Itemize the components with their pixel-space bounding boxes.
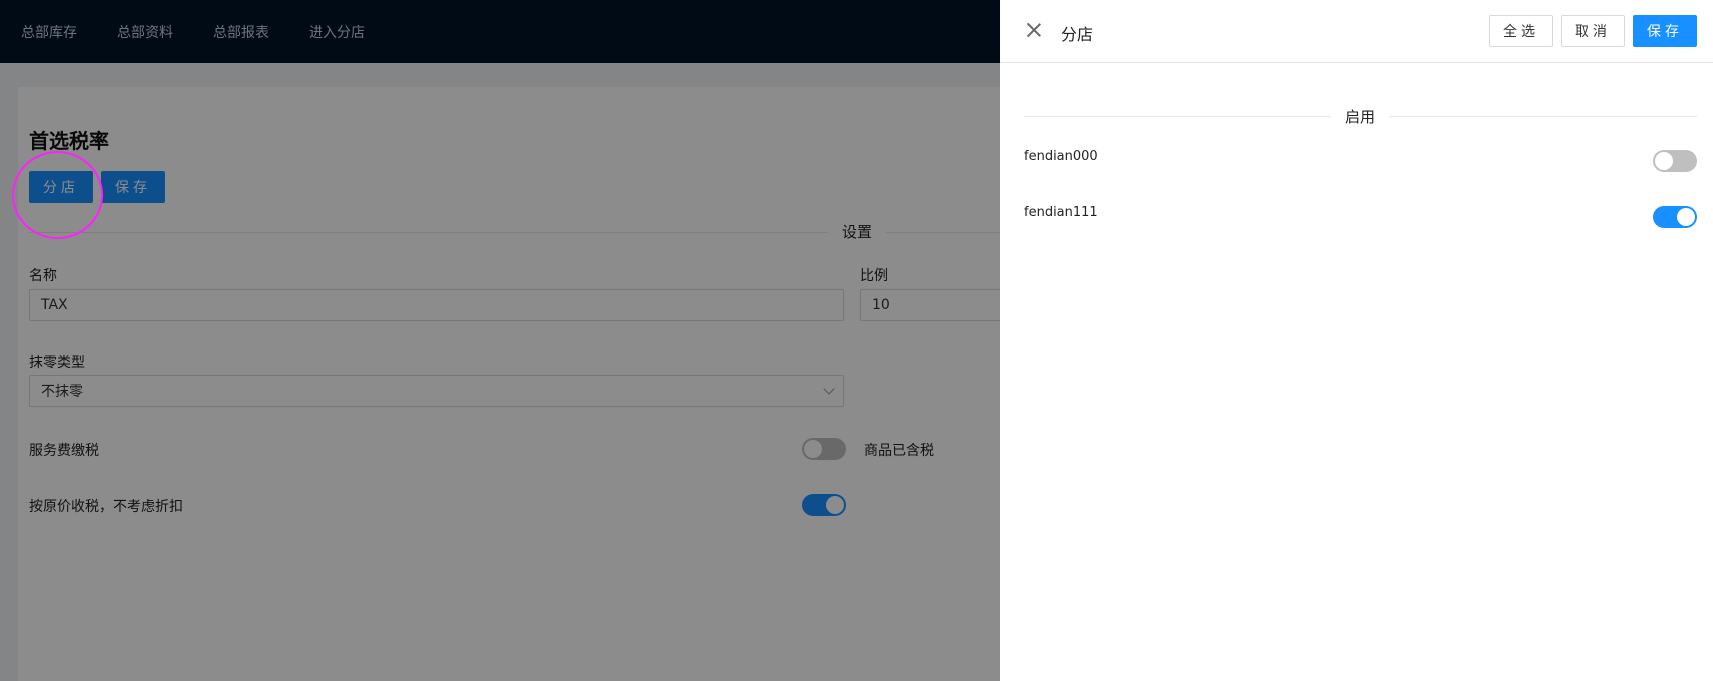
modal-mask[interactable] <box>0 0 1000 681</box>
branch-name: fendian111 <box>1024 205 1098 220</box>
select-all-button[interactable]: 全选 <box>1489 15 1553 47</box>
branch-switch-fendian111[interactable] <box>1653 206 1697 228</box>
close-icon[interactable] <box>1026 22 1042 38</box>
cancel-button[interactable]: 取消 <box>1561 15 1625 47</box>
switch-knob <box>1677 208 1695 226</box>
enabled-label: 启用 <box>1331 106 1390 127</box>
drawer-title: 分店 <box>1061 25 1094 44</box>
drawer-save-button[interactable]: 保存 <box>1633 15 1697 47</box>
branch-name: fendian000 <box>1024 149 1098 164</box>
branch-drawer: 分店 全选 取消 保存 启用 fendian000 fendian111 <box>1000 0 1713 681</box>
switch-knob <box>1655 152 1673 170</box>
branch-switch-fendian000[interactable] <box>1653 150 1697 172</box>
drawer-header: 分店 全选 取消 保存 <box>1000 0 1713 63</box>
